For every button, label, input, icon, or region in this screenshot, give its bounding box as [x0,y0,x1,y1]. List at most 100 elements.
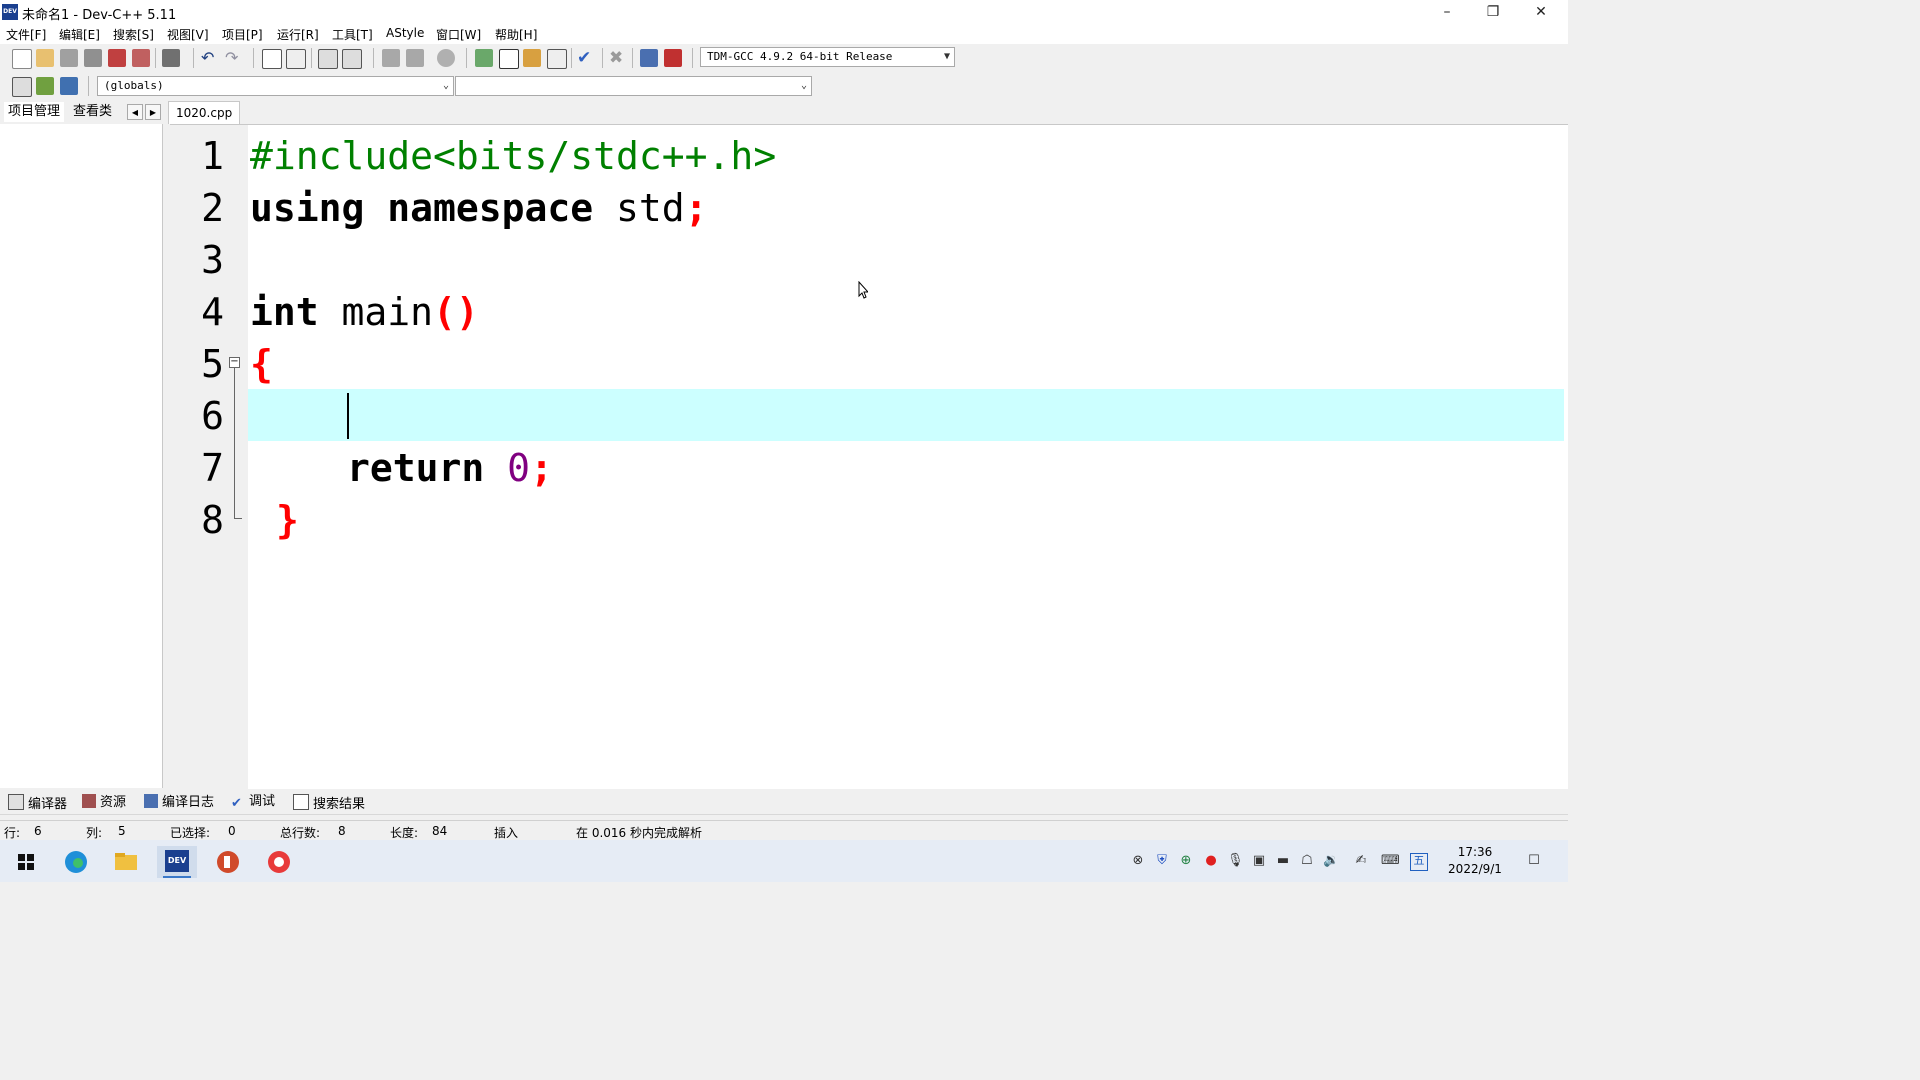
tab-compiler[interactable]: 编译器 [8,794,67,813]
fold-collapse-icon[interactable]: − [229,357,240,368]
compiler-icon [8,794,24,810]
devcpp-taskbar-item[interactable]: DEV [157,846,197,878]
undo-icon[interactable]: ↶ [201,49,219,67]
compiler-select[interactable]: TDM-GCC 4.9.2 64-bit Release ▼ [700,47,955,67]
file-explorer-icon[interactable] [106,846,146,878]
tab-class-browser[interactable]: 查看类 [69,102,116,122]
insert-icon[interactable] [12,77,32,97]
toolbar-separator [632,48,633,68]
semicolon: ; [684,186,708,230]
menu-astyle[interactable]: AStyle [386,26,424,40]
menu-search[interactable]: 搜索[S] [113,26,154,43]
profile-icon[interactable] [664,49,682,67]
status-lines-label: 总行数: [280,826,321,840]
code-line-2: using namespace std; [250,182,708,234]
goto-back-icon[interactable] [382,49,400,67]
window-title: 未命名1 - Dev-C++ 5.11 [22,8,177,23]
code-line-7: return 0; [347,442,553,494]
close-button[interactable]: ✕ [1518,0,1564,24]
windows-start-icon[interactable] [6,846,46,878]
close-circle-icon[interactable]: ⊗ [1130,853,1146,869]
volume-icon[interactable]: 🔉 [1323,853,1339,869]
security-icon[interactable]: ⊕ [1178,853,1194,869]
restore-button[interactable]: ❐ [1470,0,1516,24]
tab-scroll-left-icon[interactable]: ◀ [127,104,143,120]
minimize-button[interactable]: – [1424,0,1470,24]
line-number: 2 [201,186,224,230]
shield-icon[interactable]: ⛨ [1154,853,1170,869]
save-icon[interactable] [60,49,78,67]
title-bar: DEV 未命名1 - Dev-C++ 5.11 – ❐ ✕ [0,0,1568,24]
powerpoint-icon[interactable] [208,846,248,878]
member-select[interactable]: ⌄ [455,76,812,96]
status-length-label: 长度: [390,826,419,840]
menu-project[interactable]: 项目[P] [222,26,263,43]
goto-forward-icon[interactable] [406,49,424,67]
edge-browser-icon[interactable] [56,846,96,878]
options-icon[interactable] [523,49,541,67]
menu-run[interactable]: 运行[R] [277,26,319,43]
tab-compile-log[interactable]: 编译日志 [144,794,214,811]
open-file-icon[interactable] [36,49,54,67]
tab-project-manager[interactable]: 项目管理 [4,102,65,122]
keyboard-icon[interactable]: ⌨ [1381,853,1400,869]
keyword-using-namespace: using namespace [250,186,594,230]
menu-help[interactable]: 帮助[H] [495,26,537,43]
check-syntax-icon[interactable]: ✔ [577,49,595,67]
screen-recorder-icon[interactable] [259,846,299,878]
status-selected-label: 已选择: [170,826,211,840]
grid-icon[interactable] [547,49,567,69]
close-all-icon[interactable] [132,49,150,67]
replace-icon[interactable] [286,49,306,69]
menu-view[interactable]: 视图[V] [167,26,209,43]
menu-window[interactable]: 窗口[W] [436,26,481,43]
network-icon[interactable]: ☖ [1299,853,1315,869]
tab-search-results[interactable]: 搜索结果 [293,794,365,813]
toolbar-separator [466,48,467,68]
chart-icon[interactable] [640,49,658,67]
menu-file[interactable]: 文件[F] [6,26,46,43]
compiler-select-value: TDM-GCC 4.9.2 64-bit Release [707,50,893,63]
class-toolbar: (globals) ⌄ ⌄ [0,72,1568,100]
status-length-value: 84 [432,824,448,838]
menu-tools[interactable]: 工具[T] [332,26,373,43]
system-clock[interactable]: 17:36 2022/9/1 [1440,844,1510,878]
pen-icon[interactable]: ✍ [1353,853,1369,869]
keyword-return: return [347,446,485,490]
unindent-icon[interactable] [342,49,362,69]
window-icon[interactable] [499,49,519,69]
project-tree-panel[interactable] [0,124,163,788]
redo-icon[interactable]: ↷ [225,49,243,67]
status-lines-value: 8 [338,824,346,838]
bookmark-icon[interactable] [437,49,455,67]
fold-guide [234,368,235,518]
record-icon[interactable]: ● [1203,853,1219,869]
toolbar-separator [692,48,693,68]
bookmark-toggle-icon[interactable] [60,77,78,95]
close-file-icon[interactable] [108,49,126,67]
tab-resources[interactable]: 资源 [82,794,126,811]
resources-icon [82,794,96,808]
battery-icon[interactable]: ▬ [1275,853,1291,869]
save-all-icon[interactable] [84,49,102,67]
tab-scroll-right-icon[interactable]: ▶ [145,104,161,120]
goto-icon[interactable] [36,77,54,95]
print-icon[interactable] [162,49,180,67]
microphone-icon[interactable]: 🎙 [1227,853,1244,869]
ime-indicator[interactable]: 五 [1410,853,1428,871]
code-editor[interactable]: 1 2 3 4 5 6 7 8 − #include<bits/stdc++.h… [170,124,1568,789]
menu-edit[interactable]: 编辑[E] [59,26,100,43]
find-icon[interactable] [262,49,282,69]
app-tray-icon[interactable]: ▣ [1251,853,1267,869]
notification-icon[interactable]: ☐ [1526,853,1542,869]
stop-icon[interactable]: ✖ [609,49,627,67]
project-new-icon[interactable] [475,49,493,67]
toolbar-separator [88,76,89,96]
indent-icon[interactable] [318,49,338,69]
line-number: 8 [201,498,224,542]
new-file-icon[interactable] [12,49,32,69]
scope-select[interactable]: (globals) ⌄ [97,76,454,96]
file-tab-1020cpp[interactable]: 1020.cpp [168,101,241,124]
main-toolbar: ↶ ↷ ✔ ✖ TDM-GCC 4.9.2 64-bit Release ▼ [0,44,1568,72]
tab-debug[interactable]: ✔ 调试 [231,794,275,811]
